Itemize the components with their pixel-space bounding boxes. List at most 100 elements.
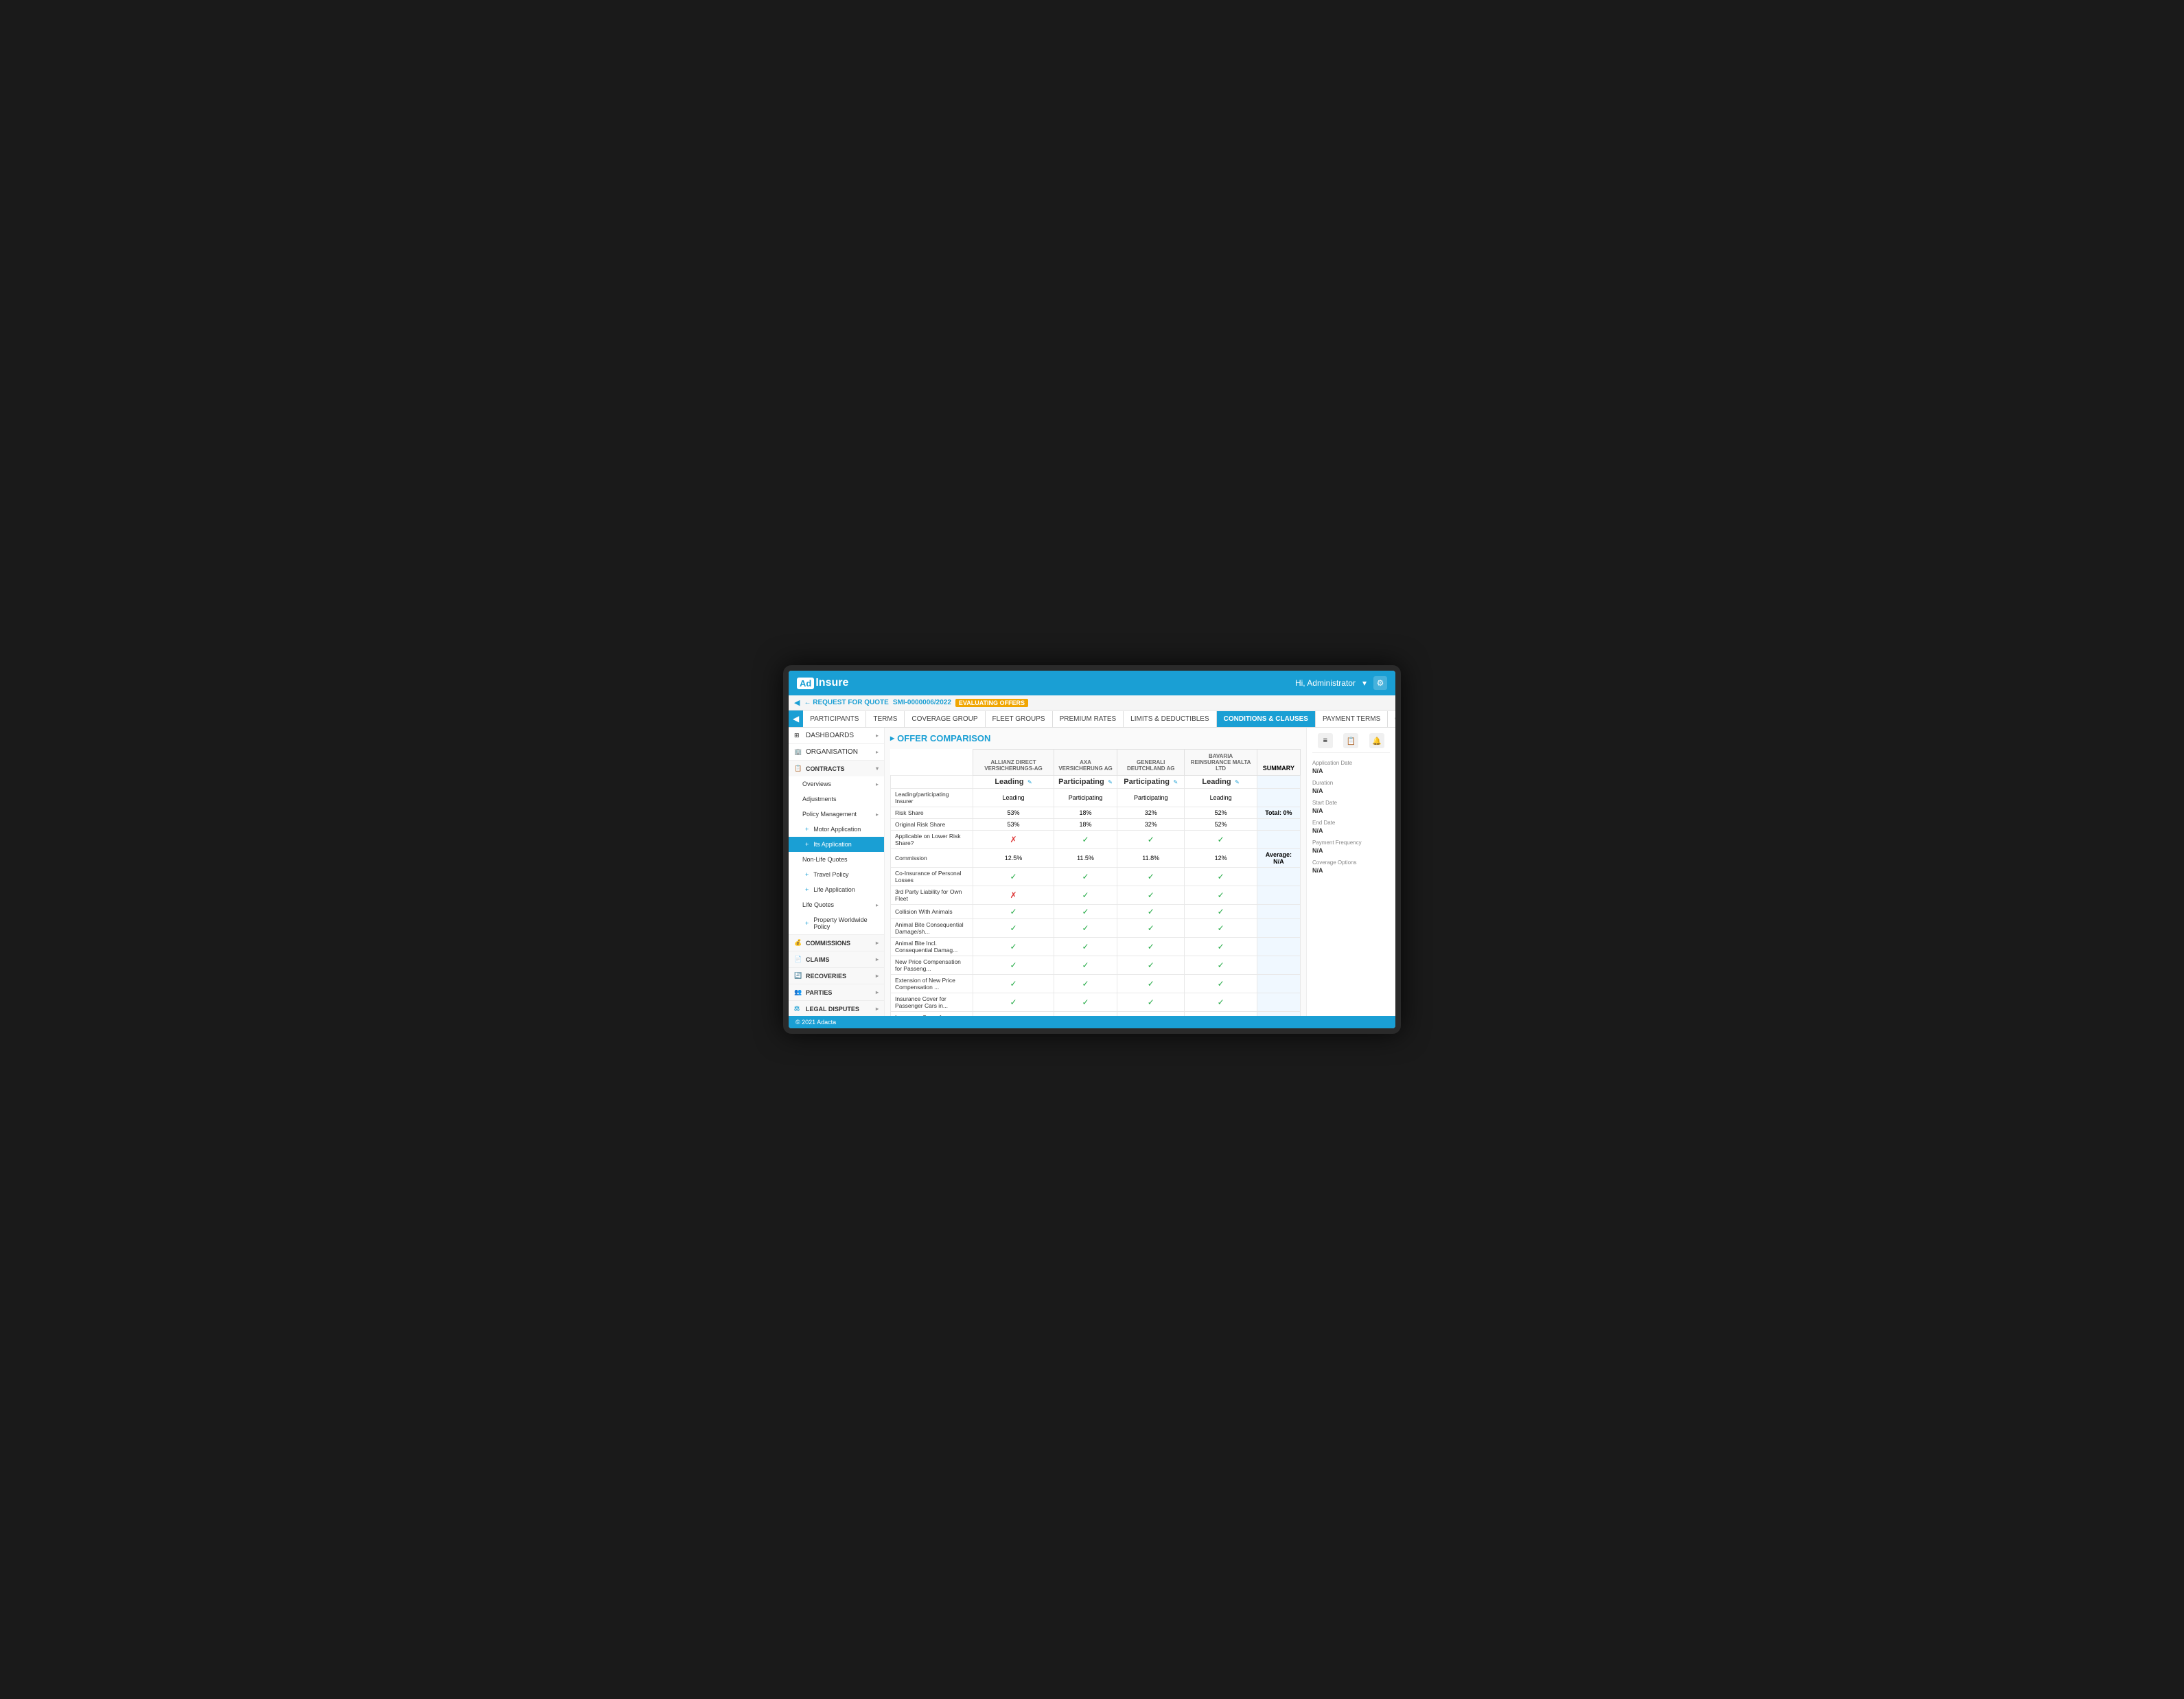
sidebar-item-life-application[interactable]: + Life Application <box>789 882 884 897</box>
tab-fleet-groups[interactable]: FLEET GROUPS <box>986 711 1053 727</box>
cell-0-0: Leading <box>973 789 1054 807</box>
summary-11 <box>1257 975 1300 993</box>
hamburger-icon[interactable]: ≡ <box>1318 733 1333 748</box>
user-greeting: Hi, Administrator <box>1295 678 1356 688</box>
sidebar-item-adjustments[interactable]: Adjustments <box>789 791 884 807</box>
checkmark-icon: ✓ <box>1148 923 1154 933</box>
clipboard-icon[interactable]: 📋 <box>1343 733 1358 748</box>
expand-icon: ▾ <box>876 765 879 772</box>
sidebar-label-life-application: Life Application <box>813 886 855 893</box>
checkmark-icon: ✓ <box>1082 997 1089 1007</box>
sidebar-item-policy-management[interactable]: Policy Management ▸ <box>789 807 884 822</box>
sidebar-label-recoveries: RECOVERIES <box>806 973 846 980</box>
cell-0-1: Participating <box>1054 789 1117 807</box>
sidebar-item-dashboards[interactable]: ⊞ DASHBOARDS ▸ <box>789 728 884 743</box>
summary-3 <box>1257 831 1300 849</box>
checkmark-icon: ✓ <box>1082 979 1089 989</box>
rp-field-value: N/A <box>1312 847 1390 854</box>
cell-12-0: ✓ <box>973 993 1054 1012</box>
cell-9-0: ✓ <box>973 938 1054 956</box>
checkmark-icon: ✓ <box>1082 960 1089 970</box>
sidebar-item-travel-policy[interactable]: + Travel Policy <box>789 867 884 882</box>
tab-terms[interactable]: TERMS <box>866 711 905 727</box>
row-label: Extension of New Price Compensation ... <box>891 975 973 993</box>
cell-8-1: ✓ <box>1054 919 1117 938</box>
expand-icon: ▸ <box>876 973 879 979</box>
tab-coverage-group[interactable]: COVERAGE GROUP <box>905 711 985 727</box>
checkmark-icon: ✓ <box>1218 942 1224 951</box>
sidebar-item-motor-application[interactable]: + Motor Application <box>789 822 884 837</box>
row-label: Insurance Cover for Passenger Cars in... <box>891 993 973 1012</box>
breadcrumb-rfq[interactable]: ← REQUEST FOR QUOTE <box>804 699 888 706</box>
tab-participants[interactable]: PARTICIPANTS <box>803 711 866 727</box>
settings-icon[interactable]: ⚙ <box>1373 676 1387 690</box>
sidebar-item-claims[interactable]: 📄 CLAIMS ▸ <box>789 951 884 967</box>
table-row: Original Risk Share53%18%32%52% <box>891 819 1301 831</box>
row-label: 3rd Party Liability for Own Fleet <box>891 886 973 905</box>
cell-2-2: 32% <box>1117 819 1185 831</box>
sidebar-item-legal-disputes[interactable]: ⚖ LEGAL DISPUTES ▸ <box>789 1001 884 1016</box>
tab-premium-rates[interactable]: PREMIUM RATES <box>1053 711 1124 727</box>
copyright: © 2021 Adacta <box>795 1019 836 1026</box>
cell-9-3: ✓ <box>1185 938 1257 956</box>
checkmark-icon: ✓ <box>1218 997 1224 1007</box>
right-panel: ≡ 📋 🔔 Application DateN/ADurationN/AStar… <box>1306 728 1395 1016</box>
summary-13 <box>1257 1012 1300 1017</box>
cell-5-1: ✓ <box>1054 868 1117 886</box>
tab-conditions-clauses[interactable]: CONDITIONS & CLAUSES <box>1217 711 1316 727</box>
tab-organisation[interactable]: ORGANISATION <box>1388 711 1395 727</box>
summary-5 <box>1257 868 1300 886</box>
row-label: New Price Compensation for Passeng... <box>891 956 973 975</box>
sidebar-item-overviews[interactable]: Overviews ▸ <box>789 776 884 791</box>
summary-6 <box>1257 886 1300 905</box>
sidebar-item-its-application[interactable]: + Its Application <box>789 837 884 852</box>
cell-13-0: ✓ <box>973 1012 1054 1017</box>
sidebar-item-parties[interactable]: 👥 PARTIES ▸ <box>789 984 884 1000</box>
cell-13-2: ✓ <box>1117 1012 1185 1017</box>
rp-field: DurationN/A <box>1312 780 1390 794</box>
checkmark-icon: ✓ <box>1148 960 1154 970</box>
sidebar-label-its-application: Its Application <box>813 841 852 848</box>
top-bar: Ad Insure Hi, Administrator ▾ ⚙ <box>789 671 1395 695</box>
checkmark-icon: ✓ <box>1218 923 1224 933</box>
cell-5-0: ✓ <box>973 868 1054 886</box>
sidebar-item-contracts[interactable]: 📋 CONTRACTS ▾ <box>789 761 884 776</box>
sidebar-item-non-life-quotes[interactable]: Non-Life Quotes <box>789 852 884 867</box>
sidebar-item-commissions[interactable]: 💰 COMMISSIONS ▸ <box>789 935 884 951</box>
sidebar-item-organisation[interactable]: 🏢 ORGANISATION ▸ <box>789 744 884 760</box>
tab-limits-deductibles[interactable]: LIMITS & DEDUCTIBLES <box>1124 711 1216 727</box>
sidebar-label-parties: PARTIES <box>806 989 832 996</box>
nav-back-icon[interactable]: ◀ <box>794 698 800 707</box>
checkmark-icon: ✓ <box>1082 872 1089 881</box>
checkmark-icon: ✓ <box>1218 872 1224 881</box>
cell-11-3: ✓ <box>1185 975 1257 993</box>
row-label: Animal Bite Consequential Damage/sh... <box>891 919 973 938</box>
edit-role-1[interactable]: ✎ <box>1108 779 1113 785</box>
checkmark-icon: ✓ <box>1010 872 1017 881</box>
summary-2 <box>1257 819 1300 831</box>
cross-icon: ✗ <box>1010 835 1017 844</box>
rp-field-label: Start Date <box>1312 800 1390 806</box>
cell-0-2: Participating <box>1117 789 1185 807</box>
bell-icon[interactable]: 🔔 <box>1369 733 1384 748</box>
edit-role-2[interactable]: ✎ <box>1173 779 1178 785</box>
sidebar-item-life-quotes[interactable]: Life Quotes ▸ <box>789 897 884 912</box>
sidebar-item-property-worldwide[interactable]: + Property Worldwide Policy <box>789 912 884 934</box>
chevron-down-icon[interactable]: ▾ <box>1362 678 1367 688</box>
tab-scroll-left[interactable]: ◀ <box>789 710 803 727</box>
checkmark-icon: ✓ <box>1082 942 1089 951</box>
breadcrumb-bar: ◀ ← REQUEST FOR QUOTE SMI-0000006/2022 E… <box>789 695 1395 710</box>
sidebar-item-recoveries[interactable]: 🔄 RECOVERIES ▸ <box>789 968 884 984</box>
expand-icon: ▸ <box>876 940 879 946</box>
cell-5-3: ✓ <box>1185 868 1257 886</box>
edit-role-3[interactable]: ✎ <box>1235 779 1240 785</box>
add-icon: + <box>805 871 809 878</box>
table-row: Co-Insurance of Personal Losses✓✓✓✓ <box>891 868 1301 886</box>
sidebar-label-claims: CLAIMS <box>806 956 830 963</box>
insurer-header-0: ALLIANZ DIRECT VERSICHERUNGS-AG <box>973 750 1054 776</box>
edit-role-0[interactable]: ✎ <box>1027 779 1032 785</box>
tab-payment-terms[interactable]: PAYMENT TERMS <box>1316 711 1388 727</box>
expand-icon: ▸ <box>876 811 879 818</box>
checkmark-icon: ✓ <box>1218 960 1224 970</box>
table-row: Collision With Animals✓✓✓✓ <box>891 905 1301 919</box>
